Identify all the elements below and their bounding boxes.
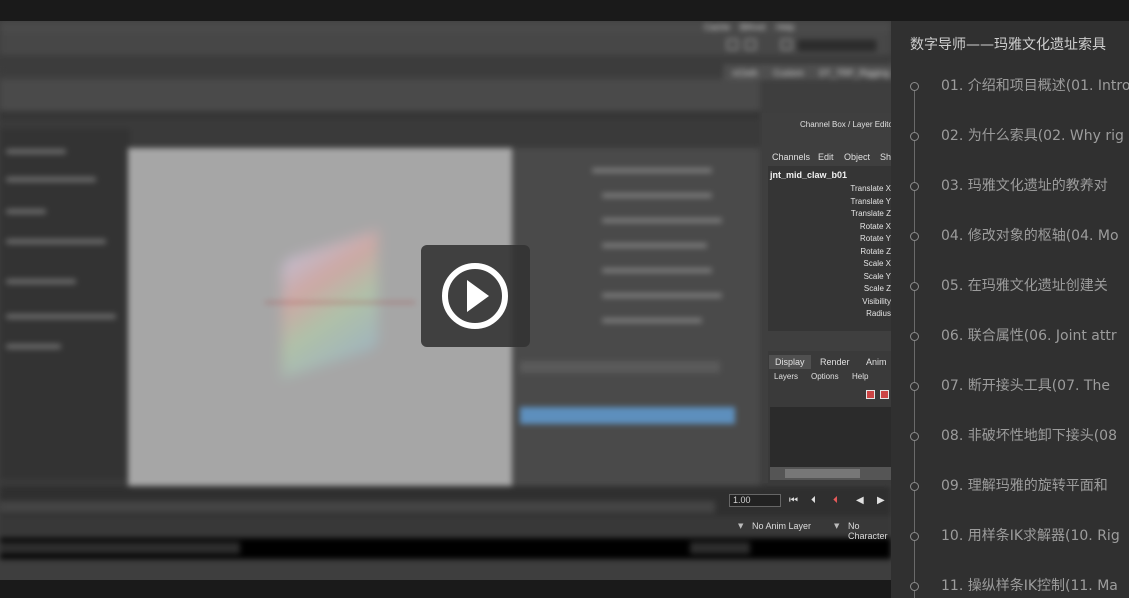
lesson-dot — [910, 232, 919, 241]
lesson-dot — [910, 582, 919, 591]
lesson-dot — [910, 382, 919, 391]
layer-menu-layers: Layers — [774, 372, 799, 381]
shelf-tab-custom: Custom — [765, 65, 813, 79]
layer-menu-options: Options — [811, 372, 839, 381]
lesson-dot — [910, 532, 919, 541]
menu-help: Help — [776, 22, 795, 32]
toolbar-icon — [745, 39, 756, 50]
panel-bar — [520, 361, 720, 373]
toolbar-icon — [727, 39, 738, 50]
attr-radius: Radius — [866, 309, 891, 318]
play-backward-icon: ◀ — [856, 495, 864, 506]
outliner-panel — [0, 129, 130, 479]
lesson-item[interactable]: 03. 玛雅文化遗址的教养对 — [941, 178, 1108, 194]
lesson-dot — [910, 282, 919, 291]
play-icon — [442, 263, 508, 329]
layer-list — [770, 407, 891, 467]
lesson-item[interactable]: 10. 用样条IK求解器(10. Rig — [941, 528, 1120, 544]
maya-menubar: Cache Bifrost Help — [0, 21, 891, 33]
time-slider — [0, 501, 715, 513]
course-title: 数字导师——玛雅文化遗址索具 — [910, 37, 1106, 53]
chevron-down-icon: ▼ — [738, 522, 744, 530]
range-start-field: 1.00 — [729, 494, 781, 507]
top-bar — [0, 0, 1129, 21]
lesson-dot — [910, 182, 919, 191]
playlist-timeline — [914, 84, 915, 598]
toolbar-icon — [781, 39, 792, 50]
attr-rotate-x: Rotate X — [859, 222, 891, 231]
object-name: jnt_mid_claw_b01 — [770, 170, 848, 180]
character-dropdown: No Character — [848, 521, 888, 541]
shelf-tab-rigging: DT_TRP_Rigging — [811, 65, 891, 79]
attr-translate-y: Translate Y — [850, 197, 891, 206]
lesson-item[interactable]: 04. 修改对象的枢轴(04. Mo — [941, 228, 1119, 244]
play-forward-icon: ▶ — [877, 495, 885, 506]
cb-menu-edit: Edit — [818, 152, 834, 162]
menu-cache: Cache — [704, 22, 731, 32]
attr-translate-z: Translate Z — [850, 209, 891, 218]
lesson-item[interactable]: 05. 在玛雅文化遗址创建关 — [941, 278, 1108, 294]
cb-menu-channels: Channels — [772, 152, 811, 162]
play-button[interactable] — [421, 245, 530, 347]
go-to-start-icon: ⏮ — [789, 495, 798, 506]
lesson-item[interactable]: 01. 介绍和项目概述(01. Introduction — [941, 78, 1129, 94]
new-layer-selected-icon — [880, 390, 889, 399]
layer-scroll-thumb — [785, 469, 860, 478]
lesson-dot — [910, 332, 919, 341]
chevron-down-icon: ▼ — [834, 522, 840, 530]
lesson-dot — [910, 82, 919, 91]
new-layer-icon — [866, 390, 875, 399]
cb-menu-object: Object — [844, 152, 871, 162]
maya-search-field — [796, 38, 878, 53]
layer-menu-help: Help — [852, 372, 869, 381]
lesson-dot — [910, 132, 919, 141]
attr-scale-y: Scale Y — [863, 272, 891, 281]
attr-scale-x: Scale X — [863, 259, 891, 268]
step-back-frame-icon: ⏴ — [833, 495, 838, 506]
lesson-item[interactable]: 11. 操纵样条IK控制(11. Ma — [941, 578, 1118, 594]
tab-render: Render — [820, 357, 850, 367]
lesson-dot — [910, 482, 919, 491]
axis-line — [265, 302, 415, 303]
cb-menu-show: Sh — [880, 152, 891, 162]
lesson-item[interactable]: 07. 断开接头工具(07. The — [941, 378, 1110, 394]
maya-toolbar — [0, 33, 891, 55]
channel-list: Translate X Translate Y Translate Z Rota… — [768, 166, 891, 331]
selected-row — [520, 407, 735, 424]
lesson-item[interactable]: 02. 为什么索具(02. Why rig — [941, 128, 1124, 144]
attr-rotate-y: Rotate Y — [860, 234, 891, 243]
shelf-tab-ncloth: nCloth — [724, 65, 767, 79]
lesson-item[interactable]: 09. 理解玛雅的旋转平面和 — [941, 478, 1108, 494]
tab-anim: Anim — [866, 357, 887, 367]
anim-layer-dropdown: No Anim Layer — [752, 521, 812, 531]
attr-translate-x: Translate X — [850, 184, 891, 193]
menu-bifrost: Bifrost — [740, 22, 766, 32]
lesson-item[interactable]: 06. 联合属性(06. Joint attr — [941, 328, 1117, 344]
bottom-bar — [0, 580, 891, 598]
attr-scale-z: Scale Z — [863, 284, 891, 293]
panel-menu — [0, 111, 760, 119]
shelf-icons — [0, 79, 760, 111]
lesson-item[interactable]: 08. 非破坏性地卸下接头(08 — [941, 428, 1117, 444]
course-playlist: 数字导师——玛雅文化遗址索具 01. 介绍和项目概述(01. Introduct… — [891, 21, 1129, 598]
attr-rotate-z: Rotate Z — [860, 247, 891, 256]
channel-box-title: Channel Box / Layer Editor — [800, 120, 891, 129]
tab-display: Display — [769, 355, 811, 369]
step-back-key-icon: ⏴ — [811, 495, 816, 506]
attr-visibility: Visibility — [862, 297, 891, 306]
lesson-dot — [910, 432, 919, 441]
